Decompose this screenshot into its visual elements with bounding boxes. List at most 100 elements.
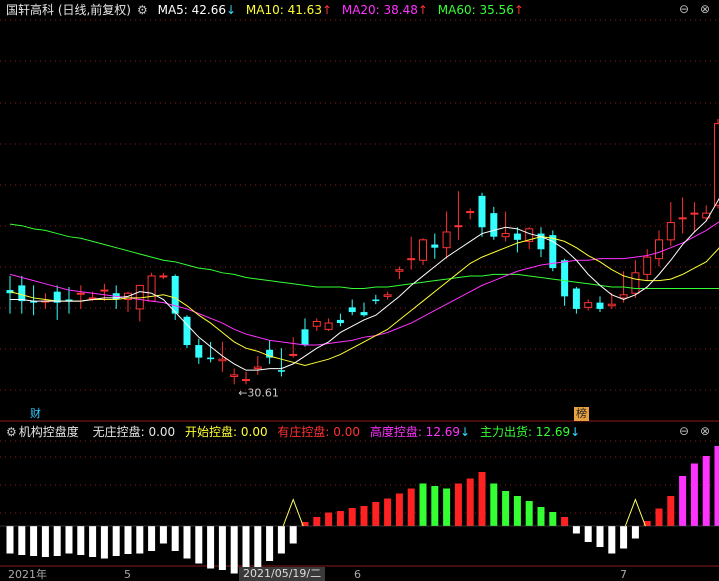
control-bar bbox=[490, 483, 498, 526]
control-bar bbox=[148, 526, 156, 551]
control-bar bbox=[159, 526, 167, 544]
candle-body bbox=[690, 212, 699, 215]
candle-body bbox=[147, 275, 156, 302]
candle-body bbox=[561, 260, 569, 297]
candle-body bbox=[100, 289, 109, 292]
control-bar bbox=[502, 491, 510, 526]
candle-body bbox=[607, 303, 616, 307]
candle-body bbox=[360, 312, 368, 316]
cursor-date-label: 2021/05/19/二 bbox=[239, 567, 326, 581]
xaxis-label: 5 bbox=[124, 568, 131, 581]
control-bar bbox=[620, 526, 628, 549]
control-bar bbox=[395, 493, 403, 526]
control-bar bbox=[289, 526, 297, 544]
control-bar bbox=[53, 526, 61, 556]
candle-body bbox=[76, 292, 85, 295]
xaxis-label: 2021年 bbox=[8, 568, 47, 581]
candle-body bbox=[584, 302, 593, 308]
control-bar bbox=[407, 488, 415, 526]
control-bar bbox=[655, 508, 663, 526]
candle-body bbox=[18, 285, 26, 302]
control-bar bbox=[171, 526, 179, 551]
candle-body bbox=[183, 316, 191, 346]
candle-body bbox=[596, 302, 604, 309]
control-bar bbox=[207, 526, 215, 569]
candle-body bbox=[171, 275, 179, 314]
control-bar bbox=[18, 526, 26, 555]
control-bar bbox=[513, 496, 521, 526]
control-bar bbox=[596, 526, 604, 547]
control-bar bbox=[41, 526, 49, 557]
ranking-badge[interactable]: 榜 bbox=[574, 407, 589, 421]
candle-body bbox=[478, 195, 486, 228]
stock-chart[interactable]: 45.54←30.61 bbox=[0, 0, 719, 581]
control-bar bbox=[242, 526, 250, 572]
candle-body bbox=[407, 258, 416, 261]
ma10-line bbox=[9, 236, 719, 366]
candle-body bbox=[348, 307, 356, 313]
control-bar bbox=[631, 526, 639, 539]
candle-body bbox=[714, 123, 719, 206]
control-bar bbox=[572, 526, 580, 534]
control-bar bbox=[478, 472, 486, 526]
control-bar bbox=[6, 526, 14, 554]
control-bar bbox=[230, 526, 238, 574]
candle-body bbox=[324, 322, 333, 330]
control-bar bbox=[65, 526, 73, 554]
control-bar bbox=[384, 498, 392, 526]
control-bar bbox=[443, 488, 451, 526]
control-bar bbox=[136, 526, 144, 554]
finance-badge[interactable]: 财 bbox=[28, 407, 43, 421]
ma5-line bbox=[10, 197, 719, 371]
control-bar bbox=[266, 526, 274, 561]
candle-body bbox=[454, 225, 463, 228]
control-bar bbox=[360, 506, 368, 526]
candle-body bbox=[195, 345, 203, 358]
candle-body bbox=[643, 256, 652, 275]
control-bar bbox=[218, 526, 226, 570]
xaxis-label: 6 bbox=[354, 568, 361, 581]
control-bar bbox=[466, 478, 474, 526]
control-bar bbox=[325, 512, 333, 526]
candle-body bbox=[513, 233, 521, 240]
candle-body bbox=[277, 370, 285, 372]
control-bar bbox=[690, 463, 698, 526]
control-bar bbox=[254, 526, 262, 569]
control-bar bbox=[667, 496, 675, 526]
candle-body bbox=[242, 379, 250, 382]
control-bar bbox=[584, 526, 592, 542]
candle-body bbox=[312, 320, 321, 327]
candle-body bbox=[383, 294, 392, 297]
candle-body bbox=[159, 275, 168, 278]
candle-body bbox=[655, 239, 663, 260]
control-bar bbox=[100, 526, 108, 559]
candle-body bbox=[466, 211, 475, 214]
candle-body bbox=[572, 288, 580, 309]
control-bar bbox=[348, 508, 356, 526]
low-price-label: ←30.61 bbox=[238, 386, 279, 399]
control-bar bbox=[336, 511, 344, 526]
ma20-line bbox=[9, 221, 719, 346]
control-bar bbox=[89, 526, 97, 557]
control-bar bbox=[419, 483, 427, 526]
control-bar bbox=[30, 526, 38, 556]
control-bar bbox=[679, 476, 687, 526]
ma60-line bbox=[9, 223, 719, 290]
control-bar bbox=[525, 501, 533, 526]
control-bar bbox=[561, 517, 569, 526]
control-bar bbox=[537, 507, 545, 526]
candle-body bbox=[230, 374, 239, 377]
candle-body bbox=[253, 366, 262, 370]
control-bar bbox=[431, 486, 439, 526]
candle-body bbox=[207, 357, 215, 360]
candle-body bbox=[619, 294, 628, 299]
control-bar bbox=[372, 502, 380, 526]
candle-body bbox=[301, 329, 309, 346]
candle-body bbox=[666, 222, 675, 241]
candle-body bbox=[395, 269, 404, 272]
candle-body bbox=[490, 213, 498, 237]
candle-body bbox=[442, 231, 451, 249]
xaxis-label: 7 bbox=[620, 568, 627, 581]
control-bar bbox=[277, 526, 285, 554]
control-bar bbox=[454, 483, 462, 526]
